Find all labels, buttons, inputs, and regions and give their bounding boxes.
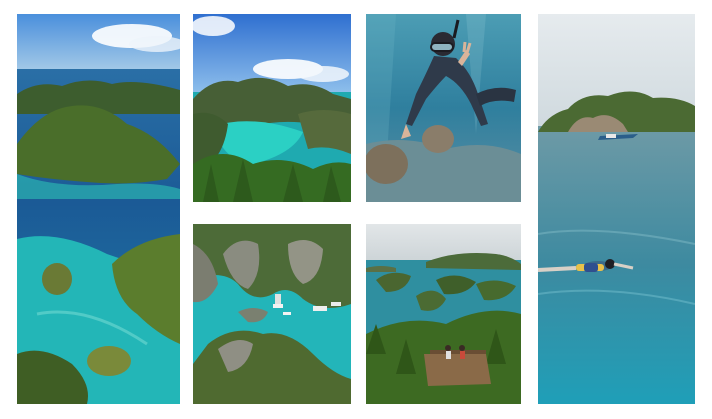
photo-aerial-lagoon-islands[interactable] bbox=[17, 14, 180, 404]
aerial-karst-image bbox=[193, 224, 351, 404]
viewpoint-platform-image bbox=[366, 224, 521, 404]
underwater-snorkeler-image bbox=[366, 14, 521, 202]
photo-sea-island-boat-snorkeler[interactable] bbox=[538, 14, 695, 404]
aerial-lagoon-image bbox=[17, 14, 180, 404]
sea-island-boat-image bbox=[538, 14, 695, 404]
photo-viewpoint-platform-bay[interactable] bbox=[366, 224, 521, 404]
photo-viewpoint-lagoon[interactable] bbox=[193, 14, 351, 202]
photo-underwater-snorkeler[interactable] bbox=[366, 14, 521, 202]
photo-aerial-karst-boats[interactable] bbox=[193, 224, 351, 404]
viewpoint-lagoon-image bbox=[193, 14, 351, 202]
photo-gallery bbox=[0, 0, 712, 419]
